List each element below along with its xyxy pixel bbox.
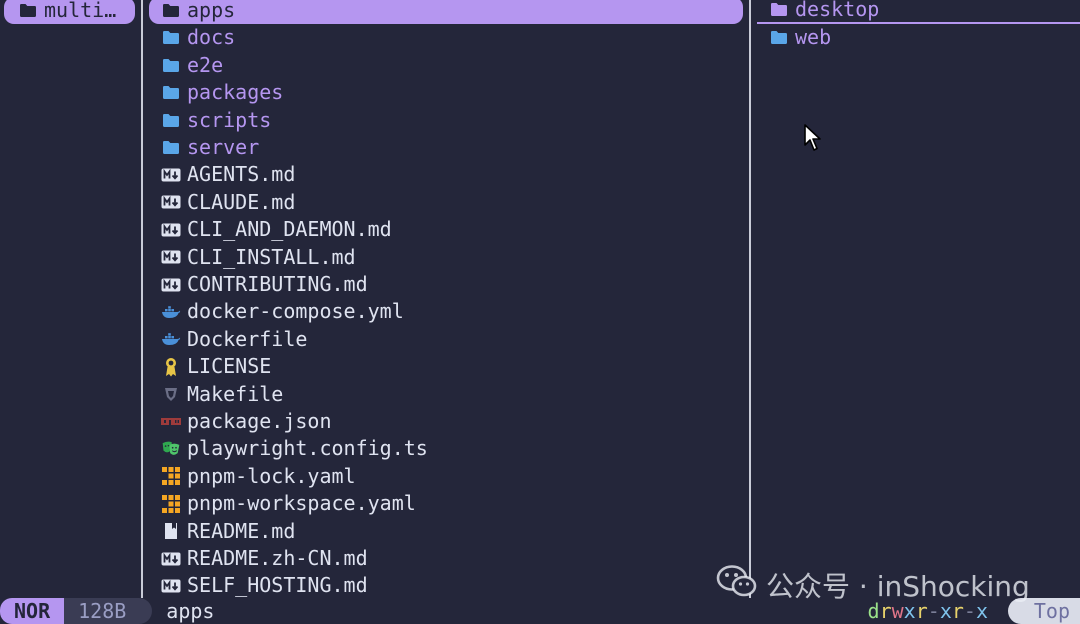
file-entry[interactable]: README.md (149, 518, 743, 545)
current-directory-pane: apps docs e2e packages scripts server AGENTS.m… (141, 0, 749, 598)
markdown-icon (161, 247, 181, 267)
folder-icon (161, 28, 181, 48)
readme-icon (161, 521, 181, 541)
entry-name: apps (187, 0, 236, 22)
file-entry[interactable]: playwright.config.ts (149, 435, 743, 462)
folder-icon (161, 55, 181, 75)
entry-name: SELF_HOSTING.md (187, 573, 368, 598)
entry-name: multi… (44, 0, 117, 22)
docker-icon (161, 302, 181, 322)
file-entry[interactable]: docker-compose.yml (149, 298, 743, 325)
folder-icon (161, 138, 181, 158)
directory-entry[interactable]: apps (149, 0, 743, 24)
entry-name: LICENSE (187, 354, 272, 379)
entry-name: Dockerfile (187, 326, 308, 351)
watermark-text: 公众号 · inShocking (766, 569, 1030, 603)
entry-name: README.zh-CN.md (187, 546, 368, 570)
file-entry[interactable]: CLAUDE.md (149, 189, 743, 216)
entry-name: CLAUDE.md (187, 189, 296, 214)
folder-icon (769, 28, 789, 48)
directory-entry[interactable]: packages (149, 79, 743, 106)
entry-name: pnpm-workspace.yaml (187, 491, 416, 516)
markdown-icon (161, 192, 181, 212)
preview-pane: desktop web (749, 0, 1080, 598)
folder-icon (161, 1, 181, 21)
directory-entry[interactable]: e2e (149, 52, 743, 79)
file-entry[interactable]: Makefile (149, 381, 743, 408)
directory-entry[interactable]: scripts (149, 107, 743, 134)
file-entry[interactable]: README.zh-CN.md (149, 545, 743, 572)
folder-icon (18, 1, 38, 21)
entry-name: web (795, 25, 832, 50)
license-icon (161, 357, 181, 377)
markdown-icon (161, 576, 181, 596)
file-entry[interactable]: CONTRIBUTING.md (149, 271, 743, 298)
parent-directory-pane: multi… (0, 0, 141, 598)
directory-entry[interactable]: docs (149, 24, 743, 51)
npm-icon (161, 412, 181, 432)
mode-badge: NOR (0, 598, 65, 624)
entry-name: desktop (795, 0, 880, 21)
watermark: 公众号 · inShocking (716, 564, 1030, 605)
file-entry[interactable]: package.json (149, 408, 743, 435)
markdown-icon (161, 165, 181, 185)
size-badge: 128B (64, 598, 153, 624)
pnpm-icon (161, 466, 181, 486)
entry-name: scripts (187, 107, 272, 132)
pnpm-icon (161, 494, 181, 514)
file-entry[interactable]: pnpm-lock.yaml (149, 463, 743, 490)
mouse-cursor-icon (803, 123, 823, 158)
entry-name: docker-compose.yml (187, 299, 404, 324)
file-entry[interactable]: Dockerfile (149, 326, 743, 353)
file-entry[interactable]: CLI_AND_DAEMON.md (149, 216, 743, 243)
entry-name: AGENTS.md (187, 162, 296, 187)
folder-icon (161, 110, 181, 130)
preview-entry[interactable]: web (757, 24, 1080, 51)
file-entry[interactable]: CLI_INSTALL.md (149, 244, 743, 271)
hovered-name: apps (166, 599, 215, 623)
entry-name: docs (187, 25, 236, 50)
folder-icon (161, 83, 181, 103)
entry-name: CONTRIBUTING.md (187, 272, 368, 296)
folder-icon (769, 0, 789, 20)
file-entry[interactable]: AGENTS.md (149, 161, 743, 188)
docker-icon (161, 329, 181, 349)
markdown-icon (161, 220, 181, 240)
preview-entry[interactable]: desktop (757, 0, 1080, 24)
entry-name: server (187, 135, 260, 159)
makefile-icon (161, 384, 181, 404)
markdown-icon (161, 275, 181, 295)
playwright-icon (161, 439, 181, 459)
entry-name: README.md (187, 518, 296, 543)
entry-name: playwright.config.ts (187, 436, 428, 461)
entry-name: CLI_INSTALL.md (187, 244, 356, 269)
file-entry[interactable]: SELF_HOSTING.md (149, 572, 743, 599)
file-entry[interactable]: pnpm-workspace.yaml (149, 490, 743, 517)
entry-name: packages (187, 80, 284, 105)
entry-name: CLI_AND_DAEMON.md (187, 217, 392, 242)
file-entry[interactable]: LICENSE (149, 353, 743, 380)
wechat-icon (716, 564, 758, 605)
entry-name: Makefile (187, 381, 284, 406)
directory-entry[interactable]: server (149, 134, 743, 161)
entry-name: package.json (187, 409, 332, 433)
entry-name: e2e (187, 52, 224, 77)
markdown-icon (161, 549, 181, 569)
entry-name: pnpm-lock.yaml (187, 463, 356, 488)
parent-entry[interactable]: multi… (4, 0, 135, 24)
